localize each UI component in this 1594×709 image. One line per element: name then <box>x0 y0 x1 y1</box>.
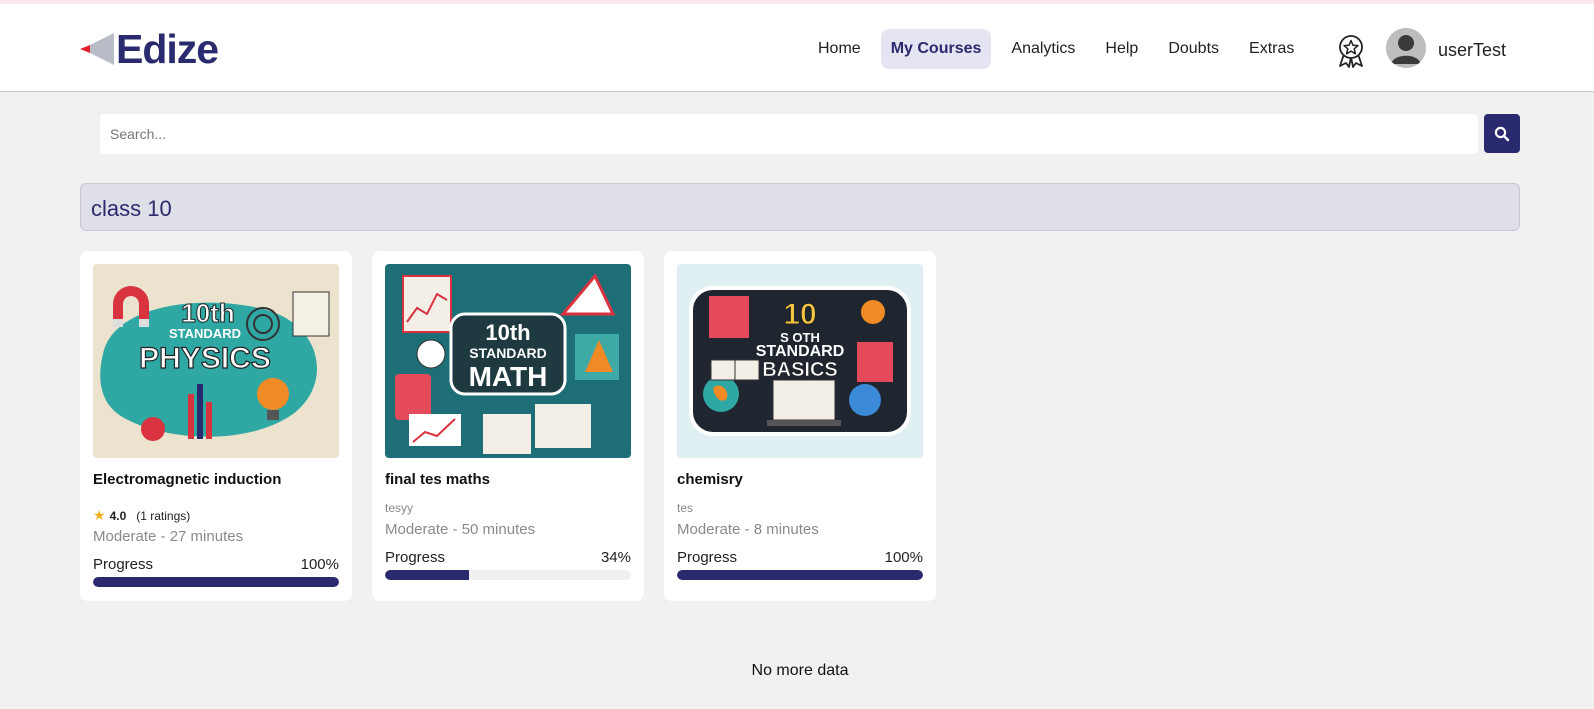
nav-help[interactable]: Help <box>1095 29 1148 69</box>
rating-count: (1 ratings) <box>136 508 191 523</box>
logo-text: Edize <box>116 26 219 72</box>
course-title[interactable]: final tes maths <box>385 471 490 488</box>
svg-text:PHYSICS: PHYSICS <box>139 342 271 375</box>
progress-percent: 100% <box>300 556 339 573</box>
star-icon: ★ <box>93 507 106 523</box>
svg-text:BASICS: BASICS <box>762 359 838 381</box>
progress-fill <box>93 577 339 587</box>
user-silhouette-icon <box>1386 28 1426 68</box>
svg-text:STANDARD: STANDARD <box>169 326 241 341</box>
course-card[interactable]: 10th STANDARD MATH final tes maths tesyy… <box>372 251 644 601</box>
progress-bar <box>677 570 923 580</box>
username[interactable]: userTest <box>1438 40 1506 61</box>
section-header: class 10 <box>80 183 1520 231</box>
math-illustration: 10th STANDARD MATH <box>385 264 631 458</box>
nav-doubts[interactable]: Doubts <box>1158 29 1229 69</box>
rating-value: 4.0 <box>109 508 127 523</box>
nav-extras[interactable]: Extras <box>1239 29 1304 69</box>
nav-my-courses[interactable]: My Courses <box>880 29 992 69</box>
course-rating: ★ 4.0 (1 ratings) <box>93 507 190 524</box>
no-more-data-text: No more data <box>751 662 849 679</box>
search-input[interactable] <box>100 114 1478 154</box>
section-title: class 10 <box>91 196 172 221</box>
svg-text:10th: 10th <box>181 298 234 328</box>
brand-logo[interactable]: Edize <box>80 26 219 72</box>
nav-home[interactable]: Home <box>808 29 871 69</box>
course-thumbnail[interactable]: 10th STANDARD PHYSICS <box>93 264 339 458</box>
progress-label: Progress <box>385 549 446 566</box>
progress-fill <box>385 570 469 580</box>
progress-fill <box>677 570 923 580</box>
nav-analytics[interactable]: Analytics <box>1001 29 1085 69</box>
basics-illustration: 10 S OTH STANDARD BASICS <box>677 264 923 458</box>
course-subtitle: tesyy <box>385 501 414 515</box>
course-title[interactable]: chemisry <box>677 471 743 488</box>
course-card[interactable]: 10th STANDARD PHYSICS Electromagnetic in… <box>80 251 352 601</box>
svg-text:STANDARD: STANDARD <box>469 345 547 361</box>
progress-percent: 100% <box>884 549 923 566</box>
physics-illustration: 10th STANDARD PHYSICS <box>93 264 339 458</box>
progress-label: Progress <box>93 556 154 573</box>
user-avatar[interactable] <box>1386 28 1426 68</box>
award-ribbon-icon[interactable] <box>1336 34 1366 68</box>
progress-bar <box>385 570 631 580</box>
svg-text:10th: 10th <box>485 320 530 345</box>
logo-megaphone-icon <box>80 33 114 65</box>
svg-text:MATH: MATH <box>469 361 548 392</box>
top-header: Edize Home My Courses Analytics Help Dou… <box>0 4 1594 92</box>
course-thumbnail[interactable]: 10th STANDARD MATH <box>385 264 631 458</box>
course-title[interactable]: Electromagnetic induction <box>93 471 281 488</box>
main-nav: Home My Courses Analytics Help Doubts Ex… <box>808 29 1314 69</box>
progress-bar <box>93 577 339 587</box>
course-meta: Moderate - 27 minutes <box>93 528 244 545</box>
svg-text:10: 10 <box>783 298 816 331</box>
search-button[interactable] <box>1484 114 1520 153</box>
course-subtitle: tes <box>677 501 694 515</box>
course-meta: Moderate - 8 minutes <box>677 521 819 538</box>
svg-text:STANDARD: STANDARD <box>756 343 845 360</box>
search-icon <box>1494 126 1510 141</box>
progress-label: Progress <box>677 549 738 566</box>
progress-percent: 34% <box>600 549 631 566</box>
course-thumbnail[interactable]: 10 S OTH STANDARD BASICS <box>677 264 923 458</box>
course-meta: Moderate - 50 minutes <box>385 521 536 538</box>
course-card[interactable]: 10 S OTH STANDARD BASICS chemisry tes Mo… <box>664 251 936 601</box>
